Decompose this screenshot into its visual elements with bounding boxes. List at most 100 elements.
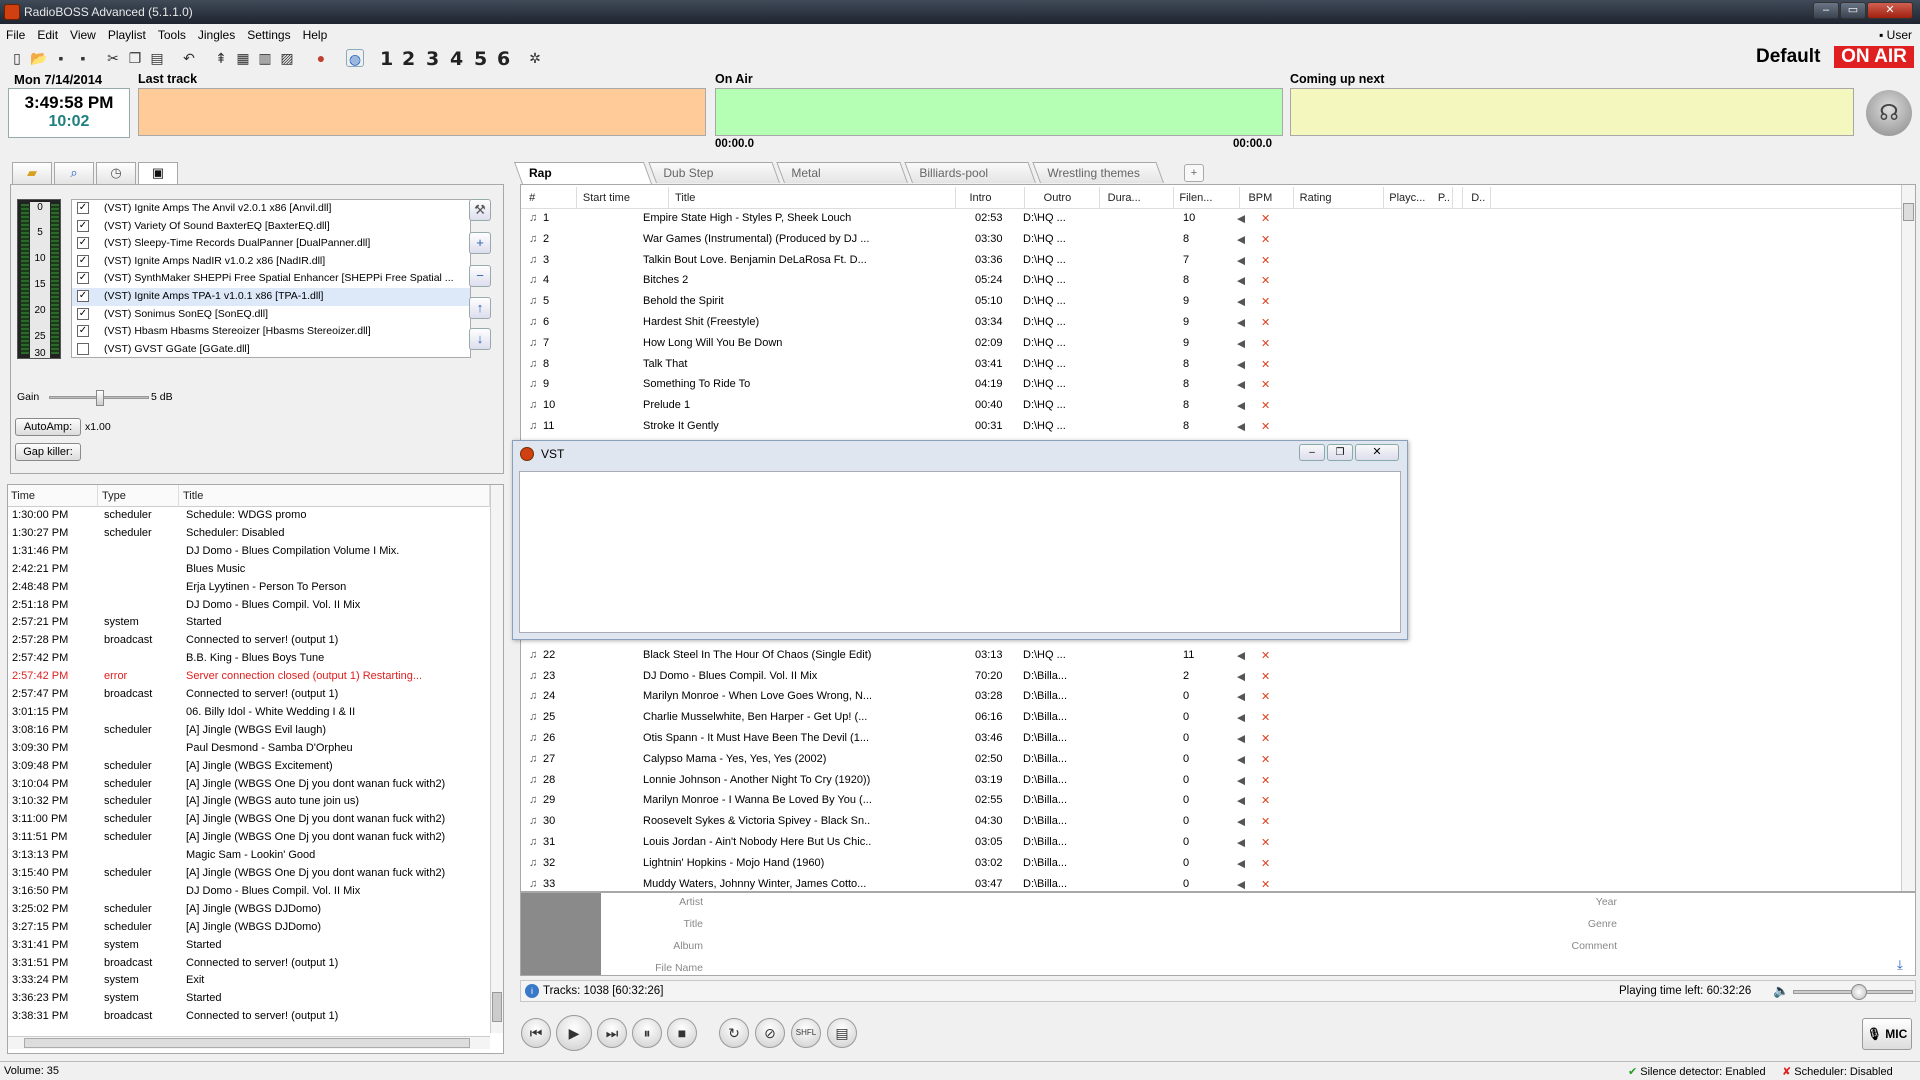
new-icon[interactable]: ▯	[8, 49, 26, 67]
playlist-row[interactable]: ♫ 3 Talkin Bout Love. Benjamin DeLaRosa Ft…	[521, 251, 1901, 272]
effect-item[interactable]: ✓ (VST) Ignite Amps TPA-1 v1.0.1 x86 [TPA…	[72, 288, 470, 306]
tab-wrestling-themes[interactable]: Wrestling themes	[1032, 162, 1164, 183]
volume-slider[interactable]	[1793, 984, 1913, 1000]
effect-settings-button[interactable]: ⚒	[469, 199, 491, 221]
playlist-row[interactable]: ♫ 4 Bitches 2 05:24 D:\HQ ... 8 ◀ ✕	[521, 271, 1901, 292]
playlist-6-button[interactable]: 6	[497, 48, 510, 70]
playlist-2-button[interactable]: 2	[402, 48, 415, 70]
next-button[interactable]: ⏭	[597, 1018, 627, 1048]
playlist-header-filename[interactable]: Filen...	[1176, 187, 1241, 209]
minimize-button[interactable]: –	[1813, 2, 1839, 19]
remove-effect-button[interactable]: −	[469, 265, 491, 287]
pause-button[interactable]: ⏸	[632, 1018, 662, 1048]
log-header-time[interactable]: Time	[8, 485, 98, 507]
speaker-icon[interactable]: ◀	[1237, 316, 1245, 329]
speaker-icon[interactable]: ◀	[1237, 212, 1245, 225]
menu-playlist[interactable]: Playlist	[102, 24, 152, 46]
log-row[interactable]: 3:25:02 PM scheduler [A] Jingle (WBGS DJDo…	[8, 901, 490, 919]
speaker-icon[interactable]: ◀	[1237, 753, 1245, 766]
last-track-panel[interactable]	[138, 88, 706, 136]
speaker-icon[interactable]: ◀	[1237, 254, 1245, 267]
speaker-icon[interactable]: ◀	[1237, 711, 1245, 724]
effect-item[interactable]: (VST) GVST GGate [GGate.dll]	[72, 341, 470, 359]
speaker-icon[interactable]: ◀	[1237, 794, 1245, 807]
delete-icon[interactable]: ✕	[1261, 649, 1270, 662]
speaker-icon[interactable]: ◀	[1237, 836, 1245, 849]
log-row[interactable]: 3:31:41 PM system Started	[8, 937, 490, 955]
playlist-scroll-thumb[interactable]	[1903, 203, 1914, 221]
playlist-row[interactable]: ♫ 33 Muddy Waters, Johnny Winter, James Co…	[521, 875, 1901, 891]
speaker-icon[interactable]: ◀	[1237, 878, 1245, 891]
effect-checkbox[interactable]	[77, 342, 89, 355]
playlist-row[interactable]: ♫ 2 War Games (Instrumental) (Produced by …	[521, 230, 1901, 251]
speaker-icon[interactable]: ◀	[1237, 774, 1245, 787]
log-hscroll-thumb[interactable]	[24, 1038, 470, 1048]
tab-dub-step[interactable]: Dub Step	[648, 162, 780, 183]
delete-icon[interactable]: ✕	[1261, 274, 1270, 287]
playlist-header-title[interactable]: Title	[672, 187, 957, 209]
log-row[interactable]: 1:30:00 PM scheduler Schedule: WDGS promo	[8, 507, 490, 525]
log-row[interactable]: 3:01:15 PM 06. Billy Idol - White Wedding…	[8, 704, 490, 722]
log-row[interactable]: 2:48:48 PM Erja Lyytinen - Person To Pers…	[8, 579, 490, 597]
log-row[interactable]: 3:10:04 PM scheduler [A] Jingle (WBGS One …	[8, 776, 490, 794]
playlist-3-button[interactable]: 3	[426, 48, 439, 70]
menu-jingles[interactable]: Jingles	[192, 24, 241, 46]
effect-item[interactable]: ✓ (VST) SynthMaker SHEPPi Free Spatial En…	[72, 270, 470, 288]
delete-icon[interactable]: ✕	[1261, 399, 1270, 412]
playlist-header-start-time[interactable]: Start time	[580, 187, 670, 209]
playlist-row[interactable]: ♫ 5 Behold the Spirit 05:10 D:\HQ ... 9 ◀ ✕	[521, 292, 1901, 313]
delete-icon[interactable]: ✕	[1261, 878, 1270, 891]
playlist-5-button[interactable]: 5	[474, 48, 487, 70]
effect-item[interactable]: ✓ (VST) Hbasm Hbasms Stereoizer [Hbasms S…	[72, 323, 470, 341]
effect-checkbox[interactable]: ✓	[77, 272, 89, 285]
log-scroll-thumb[interactable]	[492, 992, 502, 1022]
delete-icon[interactable]: ✕	[1261, 711, 1270, 724]
log-row[interactable]: 3:11:00 PM scheduler [A] Jingle (WBGS One …	[8, 811, 490, 829]
folder-icon[interactable]: ▰	[12, 162, 52, 184]
cut-icon[interactable]: ✂	[104, 49, 122, 67]
insert-track-icon[interactable]: ⇞	[212, 49, 230, 67]
log-vertical-scrollbar[interactable]	[490, 485, 503, 1033]
clock-icon[interactable]: ◷	[96, 162, 136, 184]
speaker-icon[interactable]: ◀	[1237, 732, 1245, 745]
delete-icon[interactable]: ✕	[1261, 732, 1270, 745]
delete-icon[interactable]: ✕	[1261, 670, 1270, 683]
log-horizontal-scrollbar[interactable]	[8, 1036, 490, 1049]
log-row[interactable]: 3:15:40 PM scheduler [A] Jingle (WBGS One …	[8, 865, 490, 883]
save-icon[interactable]: ▪	[52, 49, 70, 67]
maximize-button[interactable]: ▭	[1840, 2, 1866, 19]
vst-restore-button[interactable]: ❐	[1327, 444, 1353, 461]
log-row[interactable]: 3:08:16 PM scheduler [A] Jingle (WBGS Evil…	[8, 722, 490, 740]
menu-file[interactable]: File	[0, 24, 31, 46]
effect-checkbox[interactable]: ✓	[77, 237, 89, 250]
media-icon[interactable]: ●	[312, 49, 330, 67]
playlist-header-num[interactable]: #	[526, 187, 578, 209]
mic-button[interactable]: 🎙 MIC	[1862, 1018, 1912, 1050]
speaker-icon[interactable]: ◀	[1237, 233, 1245, 246]
tab-billiards-pool[interactable]: Billiards-pool	[904, 162, 1036, 183]
playlist-4-button[interactable]: 4	[450, 48, 463, 70]
speaker-icon[interactable]: ◀	[1237, 815, 1245, 828]
speaker-icon[interactable]: ◀	[1237, 274, 1245, 287]
download-icon[interactable]: ⤓	[1897, 957, 1913, 973]
delete-icon[interactable]: ✕	[1261, 753, 1270, 766]
log-header-title[interactable]: Title	[180, 485, 490, 507]
tab-rap[interactable]: Rap	[513, 162, 652, 184]
repeat-button[interactable]: ↻	[719, 1018, 749, 1048]
playlist-scrollbar[interactable]	[1901, 185, 1915, 891]
log-row[interactable]: 2:57:21 PM system Started	[8, 614, 490, 632]
insert-folder-icon[interactable]: ▨	[278, 49, 296, 67]
paste-icon[interactable]: ▤	[148, 49, 166, 67]
menu-tools[interactable]: Tools	[152, 24, 192, 46]
playlist-row[interactable]: ♫ 26 Otis Spann - It Must Have Been The De…	[521, 729, 1901, 750]
playlist-header-rating[interactable]: Rating	[1297, 187, 1384, 209]
on-air-panel[interactable]	[715, 88, 1283, 136]
effect-checkbox[interactable]: ✓	[77, 202, 89, 214]
log-row[interactable]: 3:38:31 PM broadcast Connected to server! …	[8, 1008, 490, 1026]
headphones-icon[interactable]: ☊	[1866, 90, 1912, 136]
log-row[interactable]: 3:27:15 PM scheduler [A] Jingle (WBGS DJDo…	[8, 919, 490, 937]
undo-icon[interactable]: ↶	[180, 49, 198, 67]
log-header-type[interactable]: Type	[99, 485, 179, 507]
menu-settings[interactable]: Settings	[241, 24, 296, 46]
stop-after-button[interactable]: ⊘	[755, 1018, 785, 1048]
